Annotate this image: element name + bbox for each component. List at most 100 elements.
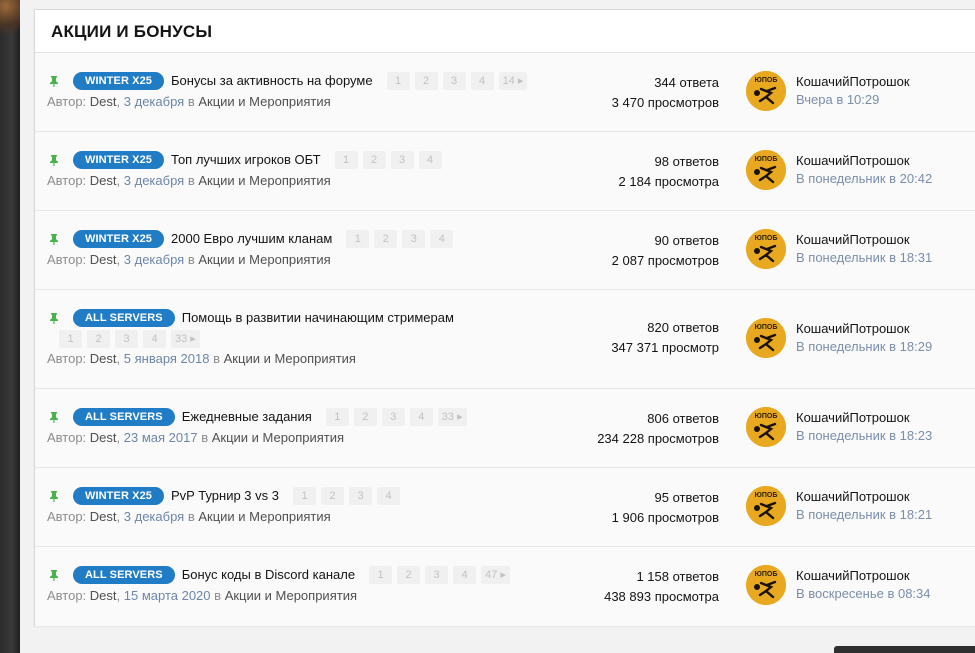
last-post-user-link[interactable]: КошачийПотрошок: [796, 567, 931, 585]
avatar[interactable]: ЮПОБ: [746, 565, 786, 605]
thread-prefix-label[interactable]: WINTER X25: [73, 230, 165, 248]
author-prefix: Автор:: [47, 252, 87, 267]
last-post-date-link[interactable]: В понедельник в 18:31: [796, 249, 932, 267]
last-post-date-link[interactable]: В воскресенье в 08:34: [796, 585, 931, 603]
page-link[interactable]: 4: [430, 230, 454, 248]
page-link[interactable]: 2: [414, 72, 438, 90]
page-link[interactable]: 2: [374, 230, 398, 248]
thread-forum-link[interactable]: Акции и Мероприятия: [224, 351, 356, 366]
page-link[interactable]: 3: [381, 408, 405, 426]
last-post-user-link[interactable]: КошачийПотрошок: [796, 409, 932, 427]
thread-date[interactable]: 3 декабря: [124, 252, 184, 267]
thread-date[interactable]: 3 декабря: [124, 94, 184, 109]
page-link[interactable]: 3: [425, 566, 449, 584]
last-post-date-link[interactable]: Вчера в 10:29: [796, 91, 910, 109]
thread-author-link[interactable]: Dest: [90, 94, 117, 109]
thread-meta: Автор: Dest, 3 декабря в Акции и Меропри…: [47, 94, 331, 109]
thread-title-link[interactable]: Помощь в развитии начинающим стримерам: [182, 308, 454, 328]
thread-author-link[interactable]: Dest: [90, 173, 117, 188]
avatar[interactable]: ЮПОБ: [746, 318, 786, 358]
page-link[interactable]: 1: [386, 72, 410, 90]
last-post-user-link[interactable]: КошачийПотрошок: [796, 152, 932, 170]
thread-title-link[interactable]: Ежедневные задания: [182, 407, 312, 427]
thread-forum-link[interactable]: Акции и Мероприятия: [198, 173, 330, 188]
last-post-user-link[interactable]: КошачийПотрошок: [796, 231, 932, 249]
thread-forum-link[interactable]: Акции и Мероприятия: [198, 252, 330, 267]
thread-prefix-label[interactable]: ALL SERVERS: [73, 408, 175, 426]
page-link[interactable]: 4: [143, 330, 166, 348]
thread-date[interactable]: 3 декабря: [124, 509, 184, 524]
page-link[interactable]: 1: [293, 487, 316, 505]
page-link[interactable]: 1: [325, 408, 349, 426]
page-link[interactable]: 2: [321, 487, 344, 505]
thread-prefix-label[interactable]: ALL SERVERS: [73, 566, 175, 584]
thread-forum-link[interactable]: Акции и Мероприятия: [198, 94, 330, 109]
page-link[interactable]: 1: [59, 330, 82, 348]
page-link[interactable]: 33 ▸: [171, 330, 200, 348]
page-link[interactable]: 2: [353, 408, 377, 426]
thread-author-link[interactable]: Dest: [90, 509, 117, 524]
thread-title-link[interactable]: PvP Турнир 3 vs 3: [171, 486, 279, 506]
page-link[interactable]: 33 ▸: [437, 408, 467, 426]
thread-forum-link[interactable]: Акции и Мероприятия: [225, 588, 357, 603]
avatar[interactable]: ЮПОБ: [746, 229, 786, 269]
last-post-user-link[interactable]: КошачийПотрошок: [796, 320, 932, 338]
thread-date[interactable]: 23 мая 2017: [124, 430, 198, 445]
page-link[interactable]: 1: [346, 230, 370, 248]
last-post-user-link[interactable]: КошачийПотрошок: [796, 488, 932, 506]
thread-prefix-label[interactable]: WINTER X25: [73, 487, 165, 505]
page-link[interactable]: 4: [418, 151, 442, 169]
page-link[interactable]: 2: [397, 566, 421, 584]
thread-author-link[interactable]: Dest: [90, 430, 117, 445]
last-post-date-link[interactable]: В понедельник в 18:29: [796, 338, 932, 356]
avatar[interactable]: ЮПОБ: [746, 150, 786, 190]
page-link[interactable]: 14 ▸: [498, 72, 528, 90]
last-post-date-link[interactable]: В понедельник в 18:21: [796, 506, 932, 524]
thread-forum-link[interactable]: Акции и Мероприятия: [198, 509, 330, 524]
page-link[interactable]: 2: [362, 151, 386, 169]
page-link[interactable]: 1: [334, 151, 358, 169]
last-post-text: КошачийПотрошок В понедельник в 20:42: [796, 152, 932, 188]
avatar[interactable]: ЮПОБ: [746, 486, 786, 526]
page-link[interactable]: 4: [470, 72, 494, 90]
page-link[interactable]: 2: [87, 330, 110, 348]
page-link[interactable]: 4: [409, 408, 433, 426]
thread-meta: Автор: Dest, 23 мая 2017 в Акции и Мероп…: [47, 430, 345, 445]
last-post-user-link[interactable]: КошачийПотрошок: [796, 73, 910, 91]
thread-forum-link[interactable]: Акции и Мероприятия: [212, 430, 344, 445]
last-post-text: КошачийПотрошок В понедельник в 18:29: [796, 320, 932, 356]
thread-prefix-label[interactable]: ALL SERVERS: [73, 309, 175, 327]
thread-author-link[interactable]: Dest: [90, 351, 117, 366]
thread-title-line: WINTER X25 Бонусы за активность на форуме…: [47, 71, 633, 91]
thread-date[interactable]: 15 марта 2020: [124, 588, 211, 603]
avatar[interactable]: ЮПОБ: [746, 71, 786, 111]
thread-row: WINTER X25 PvP Турнир 3 vs 3 1 2 3 4 Автор: De…: [35, 468, 975, 547]
thread-date[interactable]: 3 декабря: [124, 173, 184, 188]
pin-icon: [47, 568, 61, 582]
page-link[interactable]: 3: [349, 487, 372, 505]
thread-author-link[interactable]: Dest: [90, 252, 117, 267]
page-link[interactable]: 4: [453, 566, 477, 584]
page-link[interactable]: 4: [377, 487, 400, 505]
thread-title-link[interactable]: 2000 Евро лучшим кланам: [171, 229, 332, 249]
page-link[interactable]: 3: [390, 151, 414, 169]
last-post-date-link[interactable]: В понедельник в 18:23: [796, 427, 932, 445]
thread-title-link[interactable]: Топ лучших игроков ОБТ: [171, 150, 321, 170]
thread-title-link[interactable]: Бонус коды в Discord канале: [182, 565, 355, 585]
thread-stats: 98 ответов 2 184 просмотра: [619, 152, 719, 192]
thread-author-link[interactable]: Dest: [90, 588, 117, 603]
thread-title-link[interactable]: Бонусы за активность на форуме: [171, 71, 373, 91]
thread-date[interactable]: 5 января 2018: [124, 351, 210, 366]
pin-icon: [47, 410, 61, 424]
thread-prefix-label[interactable]: WINTER X25: [73, 72, 165, 90]
bottom-button-edge[interactable]: [834, 646, 975, 653]
page-link[interactable]: 3: [115, 330, 138, 348]
avatar[interactable]: ЮПОБ: [746, 407, 786, 447]
thread-prefix-label[interactable]: WINTER X25: [73, 151, 165, 169]
last-post-date-link[interactable]: В понедельник в 20:42: [796, 170, 932, 188]
page-link[interactable]: 47 ▸: [481, 566, 510, 584]
page-link[interactable]: 3: [402, 230, 426, 248]
forum-title[interactable]: АКЦИИ И БОНУСЫ: [35, 10, 975, 53]
page-link[interactable]: 1: [369, 566, 393, 584]
page-link[interactable]: 3: [442, 72, 466, 90]
